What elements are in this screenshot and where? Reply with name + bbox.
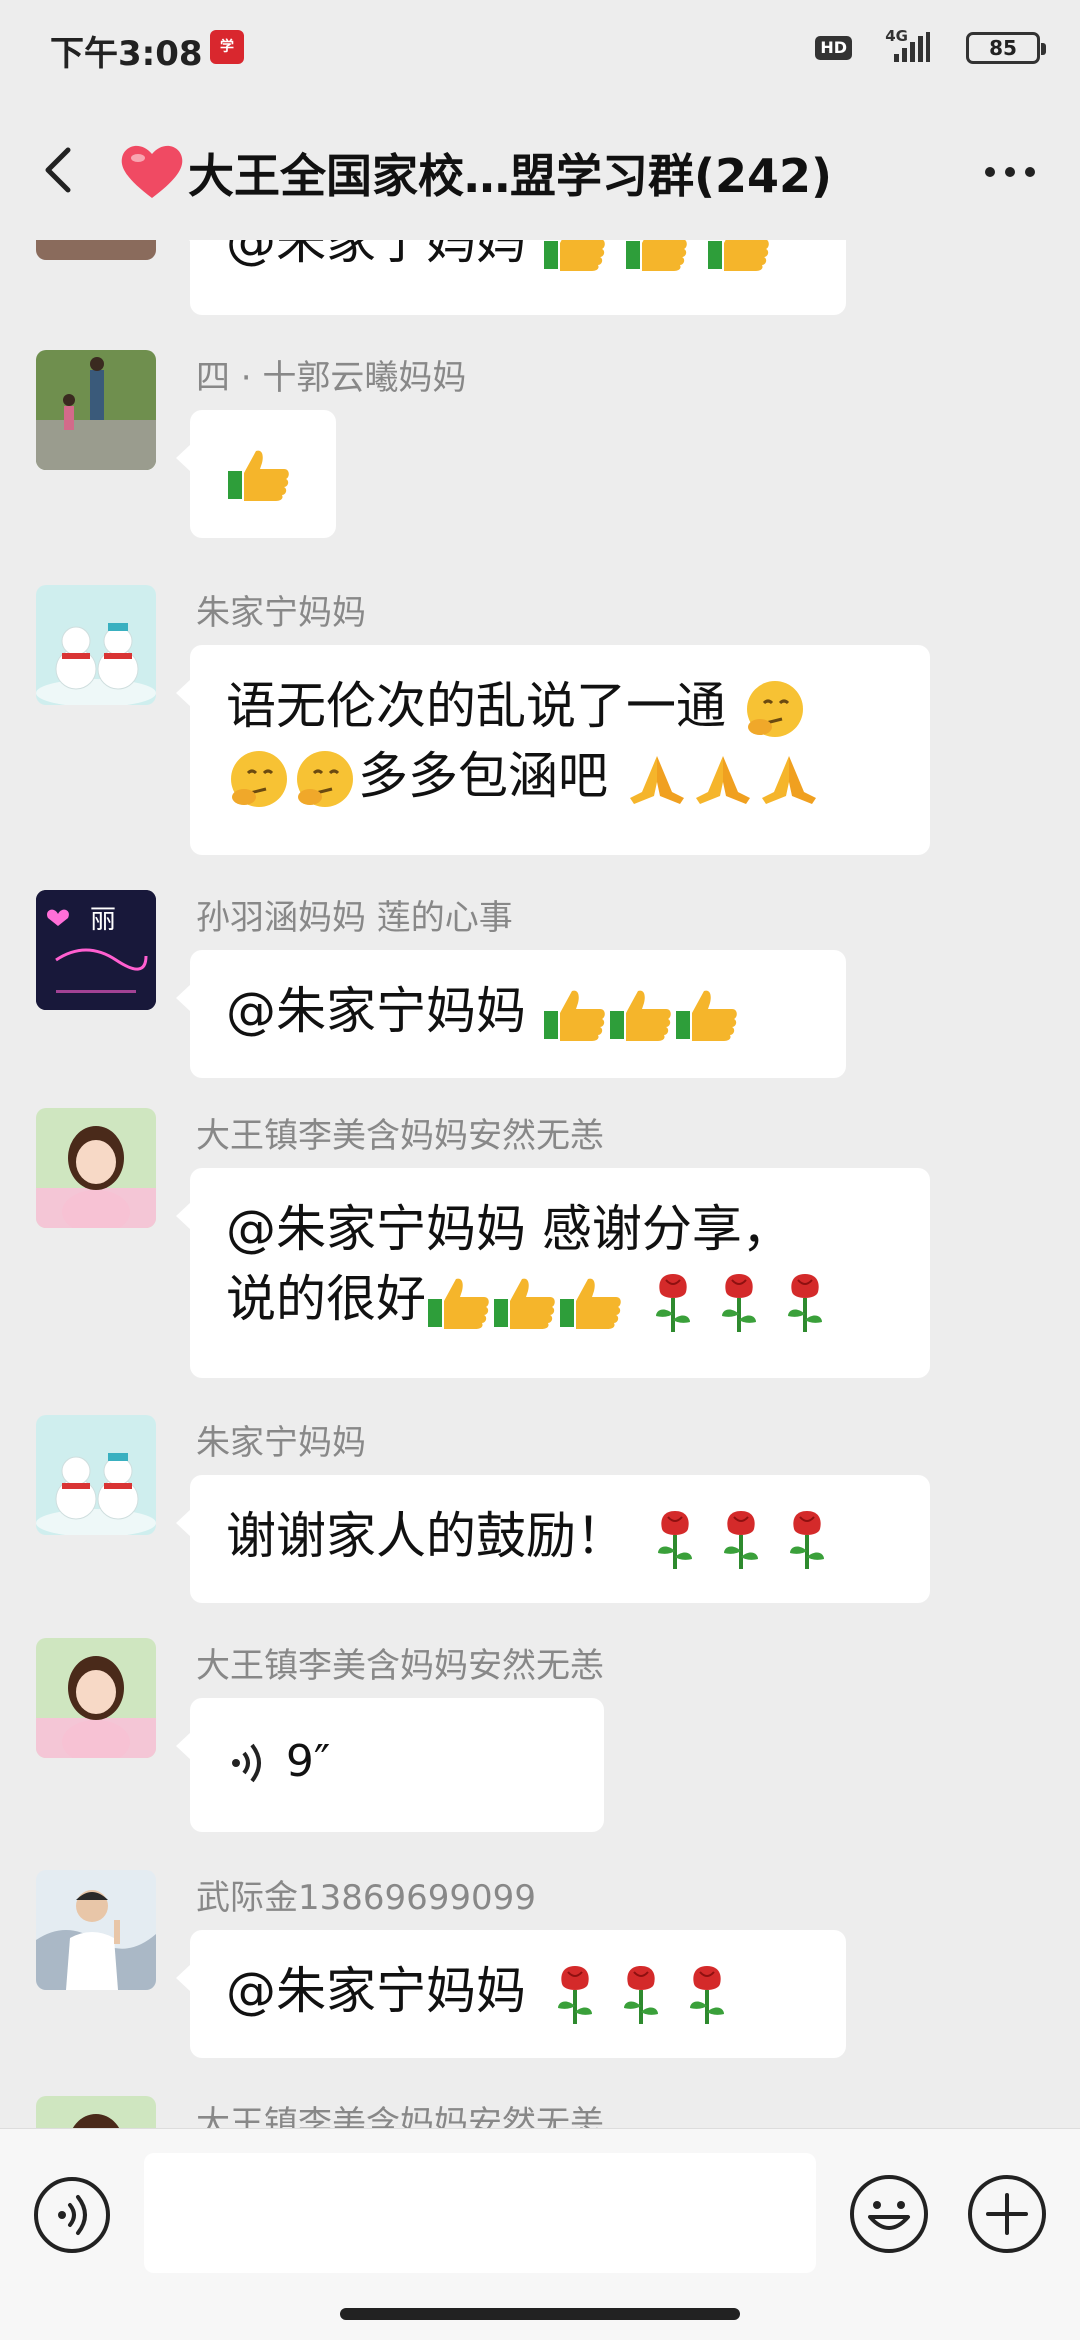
thumbs-up-icon <box>675 990 737 1041</box>
hd-icon: HD <box>815 36 852 60</box>
avatar[interactable] <box>36 1638 156 1758</box>
sender-name: 大王镇李美含妈妈安然无恙 <box>196 1646 604 1686</box>
avatar[interactable] <box>36 1870 156 1990</box>
avatar[interactable]: 丽 <box>36 890 156 1010</box>
message-text: 谢谢家人的鼓励！ <box>226 1507 626 1565</box>
back-arrow-icon[interactable] <box>40 140 80 200</box>
rose-icon <box>655 1273 690 1332</box>
message-text-line-1: @朱家宁妈妈 感谢分享， <box>226 1200 792 1258</box>
rose-icon <box>557 1965 592 2024</box>
voice-wave-icon <box>232 1743 261 1782</box>
battery-indicator: 85 <box>966 32 1046 64</box>
avatar-neon-text: 丽 <box>90 905 116 935</box>
avatar[interactable] <box>36 585 156 705</box>
chat-message-list[interactable]: @朱家宁妈妈 四 · 十郭云曦妈妈 朱家宁妈妈 语无伦次的乱说了一通 多多包涵吧… <box>0 240 1080 2128</box>
thinking-face-icon <box>297 750 353 807</box>
rose-icon <box>689 1965 724 2024</box>
thumbs-up-icon <box>543 990 605 1041</box>
sender-name: 孙羽涵妈妈 莲的心事 <box>196 898 513 938</box>
signal-icon <box>894 32 930 62</box>
message-text-line-2: 说的很好 <box>226 1270 426 1328</box>
message-bubble[interactable]: @朱家宁妈妈 <box>176 1930 846 2058</box>
message-bubble[interactable]: 谢谢家人的鼓励！ <box>176 1475 930 1603</box>
pray-hands-icon <box>761 755 816 804</box>
message-bubble[interactable]: 语无伦次的乱说了一通 多多包涵吧 <box>176 645 930 855</box>
thumbs-up-icon <box>625 240 687 271</box>
rose-icon <box>657 1510 692 1569</box>
message-bubble[interactable] <box>176 410 336 538</box>
message-bubble[interactable]: @朱家宁妈妈 <box>176 950 846 1078</box>
sender-name: 朱家宁妈妈 <box>196 1423 366 1463</box>
thumbs-up-icon <box>543 240 605 271</box>
sender-name: 四 · 十郭云曦妈妈 <box>196 358 467 398</box>
rose-icon <box>721 1273 756 1332</box>
sender-name: 朱家宁妈妈 <box>196 593 366 633</box>
status-time: 下午3:08 <box>50 34 203 74</box>
message-text-line-1: 语无伦次的乱说了一通 <box>226 677 726 735</box>
thumbs-up-icon <box>609 990 671 1041</box>
avatar[interactable] <box>36 1108 156 1228</box>
voice-message-bubble[interactable]: 9″ <box>176 1698 604 1832</box>
home-indicator[interactable] <box>340 2308 740 2320</box>
message-text: @朱家宁妈妈 <box>226 240 542 270</box>
voice-duration: 9″ <box>285 1736 331 1787</box>
emoji-button-icon[interactable] <box>848 2173 930 2255</box>
thumbs-up-icon <box>707 240 769 271</box>
add-more-button-icon[interactable] <box>966 2173 1048 2255</box>
message-bubble[interactable]: @朱家宁妈妈 <box>176 240 846 315</box>
heart-icon <box>121 145 183 198</box>
chat-header: 大王全国家校…盟学习群(242) <box>0 100 1080 240</box>
rose-icon <box>723 1510 758 1569</box>
sender-name: 武际金13869699099 <box>196 1878 536 1918</box>
sender-name: 大王镇李美含妈妈安然无恙 <box>196 1116 604 1156</box>
message-text: @朱家宁妈妈 <box>226 1962 542 2020</box>
status-bar: 下午3:08 学 HD 4G 85 <box>0 0 1080 100</box>
rose-icon <box>789 1510 824 1569</box>
thumbs-up-icon <box>428 1278 489 1329</box>
avatar[interactable] <box>36 2096 156 2128</box>
pray-hands-icon <box>629 755 684 804</box>
chat-title: 大王全国家校…盟学习群(242) <box>188 149 833 203</box>
message-text-line-2: 多多包涵吧 <box>358 747 608 805</box>
sender-name: 大王镇李美含妈妈安然无恙 <box>196 2104 604 2128</box>
thinking-face-icon <box>231 750 287 807</box>
message-text: @朱家宁妈妈 <box>226 982 542 1040</box>
thumbs-up-icon <box>228 450 289 501</box>
rose-icon <box>623 1965 658 2024</box>
message-input[interactable] <box>144 2153 816 2273</box>
avatar[interactable] <box>36 350 156 470</box>
avatar[interactable] <box>36 240 156 260</box>
thumbs-up-icon <box>494 1278 555 1329</box>
thumbs-up-icon <box>560 1278 621 1329</box>
more-options-icon[interactable] <box>980 152 1040 192</box>
thinking-face-icon <box>746 680 803 737</box>
rose-icon <box>787 1273 822 1332</box>
pray-hands-icon <box>695 755 750 804</box>
avatar[interactable] <box>36 1415 156 1535</box>
message-bubble[interactable]: @朱家宁妈妈 感谢分享， 说的很好 <box>176 1168 930 1378</box>
voice-input-button[interactable] <box>32 2175 112 2255</box>
app-notification-icon: 学 <box>210 30 244 64</box>
